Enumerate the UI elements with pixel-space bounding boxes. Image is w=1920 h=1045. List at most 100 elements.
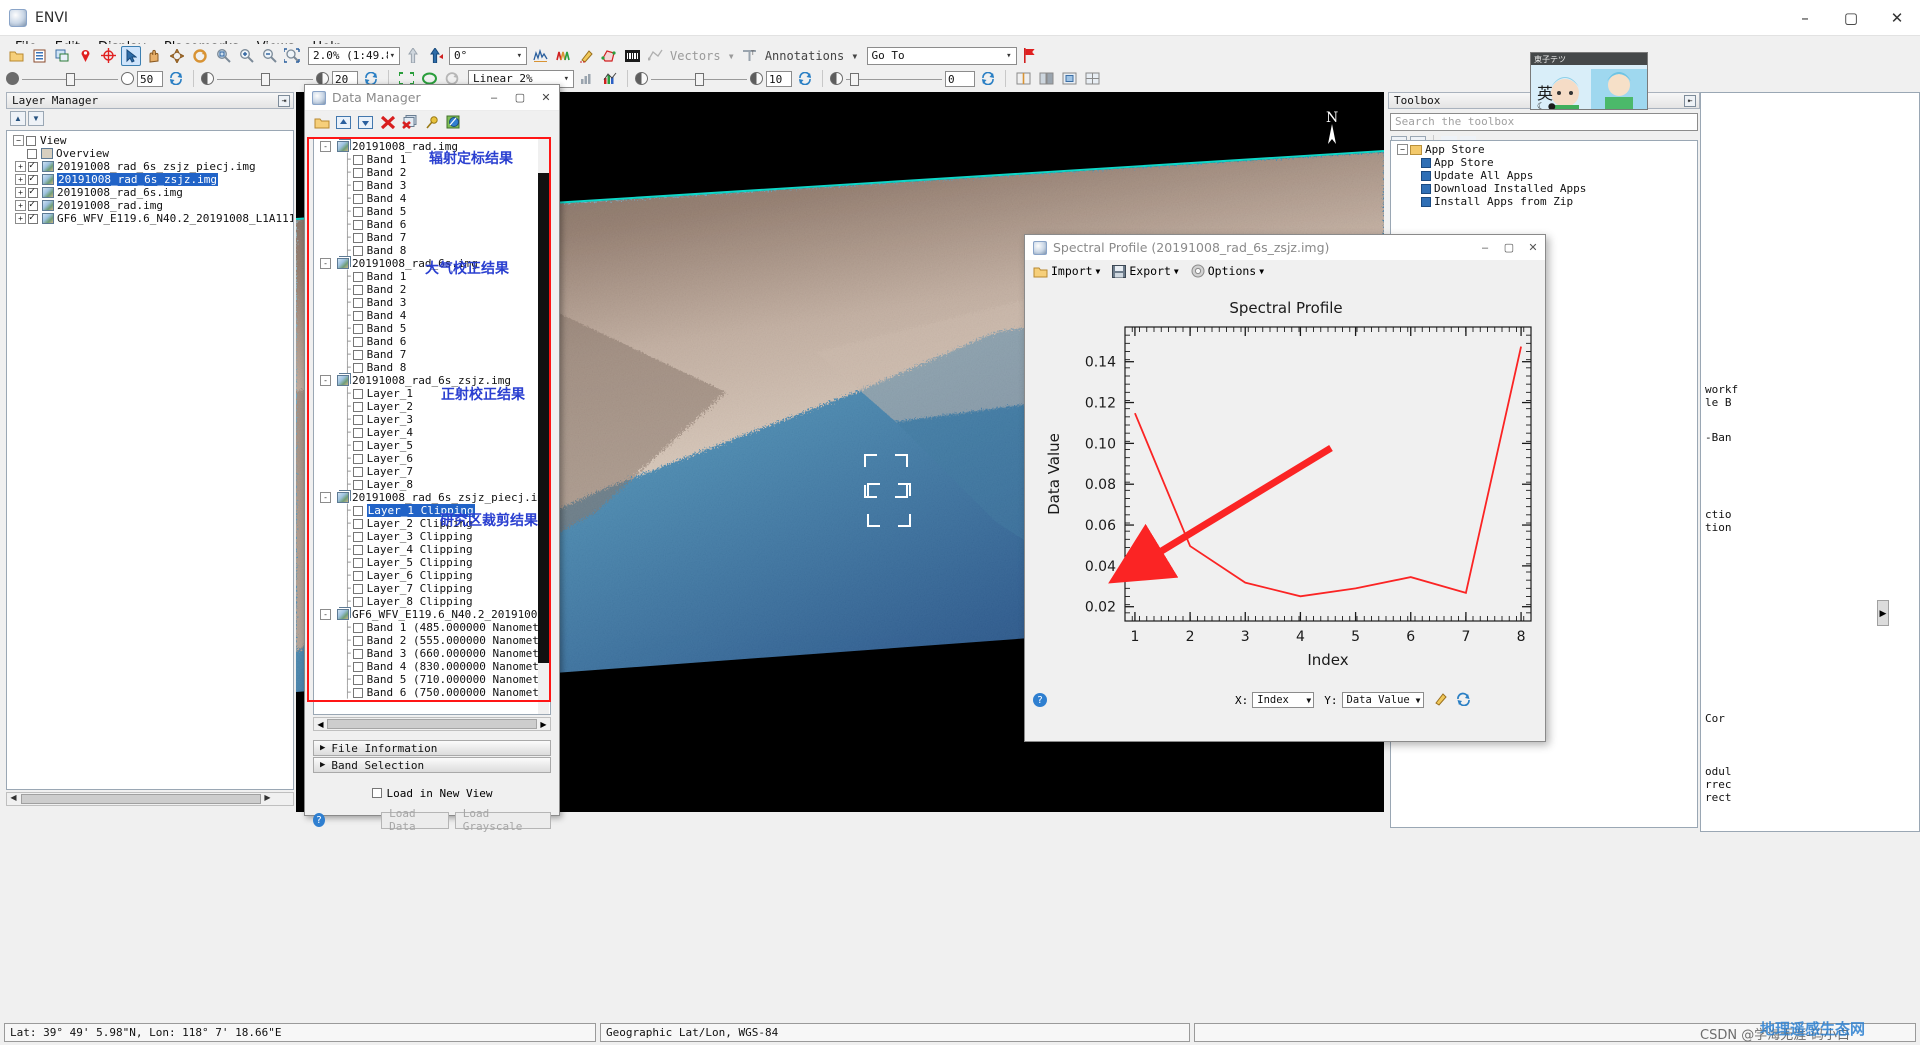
band-checkbox[interactable] [352,414,363,425]
band-checkbox[interactable] [352,531,363,542]
spectral-profile-maximize-button[interactable]: ▢ [1497,235,1521,260]
toolbox-item-install-apps-from-zip[interactable]: Install Apps from Zip [1391,195,1697,208]
data-manager-file-row[interactable]: - GF6_WFV_E119.6_N40.2_20191008_L1A111993 [318,608,550,621]
toolbox-search-input[interactable]: Search the toolbox [1390,113,1698,131]
data-manager-band-row[interactable]: ├ Layer_6 [318,452,550,465]
blend-slider[interactable] [846,71,942,87]
pan-hand-icon[interactable] [144,46,164,66]
rotate-map-icon[interactable] [426,46,446,66]
accordion-band-selection[interactable]: ▶ Band Selection [313,757,551,773]
spectral-profile-chart[interactable]: Spectral Profile 0.02 0.04 0.06 0.08 0.10 0.12… [1033,285,1539,683]
layer-checkbox[interactable] [28,212,38,224]
layer-tree-hscrollbar[interactable]: ◀ ▶ [6,792,294,806]
layer-tree-row-6s[interactable]: + 20191008_rad_6s.img [11,186,293,199]
expander-icon[interactable]: + [15,200,26,211]
data-manager-band-row[interactable]: ├ Band 5 [318,205,550,218]
data-manager-band-row[interactable]: ├ Band 6 [318,335,550,348]
north-up-icon[interactable] [403,46,423,66]
layer-tree-row-piecj[interactable]: + 20191008_rad_6s_zsjz_piecj.img [11,160,293,173]
data-manager-band-row[interactable]: ├ Band 4 [318,309,550,322]
data-manager-band-row[interactable]: ├ Band 8 [318,244,550,257]
spectral-profile-close-button[interactable]: ✕ [1521,235,1545,260]
band-checkbox[interactable] [352,154,363,165]
scroll-thumb[interactable] [538,173,549,663]
band-checkbox[interactable] [352,284,363,295]
swipe-icon[interactable] [1013,69,1033,89]
expander-icon[interactable]: + [15,161,26,172]
expander-icon[interactable]: − [1397,144,1408,155]
band-checkbox[interactable] [352,271,363,282]
data-manager-band-row[interactable]: ├ Band 3 [318,179,550,192]
accordion-file-information[interactable]: ▶ File Information [313,740,551,756]
sharpen-slider[interactable] [651,71,747,87]
close-file-icon[interactable] [379,114,396,130]
expander-icon[interactable]: + [15,187,26,198]
band-checkbox[interactable] [352,232,363,243]
data-manager-tree[interactable]: -20191008_rad.img ├ Band 1 ├ Band 2 ├ Band 3 ├ B… [313,137,551,715]
data-manager-band-row[interactable]: ├ Band 5 [318,322,550,335]
toolbox-overflow-row[interactable]: le B [1701,396,1919,409]
data-manager-band-row[interactable]: ├ Layer_3 [318,413,550,426]
transparency-value[interactable]: 50 [137,70,163,87]
data-manager-band-row[interactable]: ├ Layer_4 [318,426,550,439]
data-manager-band-row[interactable]: ├ Layer_7 [318,465,550,478]
scroll-thumb[interactable] [327,719,537,729]
vectors-chevron-icon[interactable]: ▾ [726,49,737,63]
toolbox-item-update-all-apps[interactable]: Update All Apps [1391,169,1697,182]
roi-tool-icon[interactable] [599,46,619,66]
refresh-icon[interactable] [1456,692,1471,709]
data-manager-hscrollbar[interactable]: ◀ ▶ [313,717,551,731]
sharpen-icon[interactable] [635,72,648,85]
layer-checkbox[interactable] [28,186,38,198]
band-checkbox[interactable] [352,349,363,360]
data-manager-band-row[interactable]: ├ Band 2 [318,283,550,296]
band-checkbox[interactable] [352,362,363,373]
toolbox-item-app-store[interactable]: App Store [1391,156,1697,169]
data-manager-close-button[interactable]: ✕ [533,85,559,111]
toolbox-overflow-row[interactable]: workf [1701,383,1919,396]
open-file-icon[interactable] [313,114,330,130]
load-data-button[interactable]: Load Data [381,807,449,833]
band-checkbox[interactable] [352,635,363,646]
layer-tree[interactable]: − View Overview + 20191008_rad_6s_zsjz_p… [6,130,294,790]
band-checkbox[interactable] [352,661,363,672]
layer-checkbox[interactable] [28,173,38,185]
collapse-panel-icon[interactable]: ⇤ [1684,94,1696,107]
data-manager-band-row[interactable]: ├ Layer_3 Clipping [318,530,550,543]
multi-spectral-icon[interactable] [553,46,573,66]
vectors-icon[interactable] [645,46,665,66]
band-checkbox[interactable] [352,167,363,178]
data-manager-maximize-button[interactable]: ▢ [507,85,533,111]
load-in-new-view-row[interactable]: Load in New View [313,785,551,801]
band-checkbox[interactable] [352,557,363,568]
toolbox-overflow-row[interactable]: -Ban [1701,431,1919,444]
toolbox-node-app-store[interactable]: − App Store [1391,143,1697,156]
annotations-menu-label[interactable]: Annotations [763,49,846,63]
select-arrow-icon[interactable] [121,45,141,66]
layer-checkbox[interactable] [26,135,36,146]
band-checkbox[interactable] [352,323,363,334]
open-file-icon[interactable] [6,46,26,66]
toolbox-overflow-row[interactable]: rect [1701,791,1919,804]
scroll-left-icon[interactable]: ◀ [7,793,20,805]
spectral-profile-icon[interactable] [530,46,550,66]
zoom-out-icon[interactable] [259,46,279,66]
band-checkbox[interactable] [352,479,363,490]
layer-tree-row-view[interactable]: − View [11,134,293,147]
zoom-in-icon[interactable] [236,46,256,66]
portal-icon[interactable] [1059,69,1079,89]
blend-icon[interactable] [830,72,843,85]
data-manager-band-row[interactable]: ├ Band 7 [318,231,550,244]
transparency-slider[interactable] [22,71,118,87]
expander-icon[interactable]: + [15,213,26,224]
band-checkbox[interactable] [352,544,363,555]
toolbox-overflow-row[interactable]: tion [1701,521,1919,534]
flicker-icon[interactable] [1036,69,1056,89]
band-checkbox[interactable] [352,206,363,217]
data-manager-band-row[interactable]: ├ Layer_8 [318,478,550,491]
band-checkbox[interactable] [352,453,363,464]
placemark-pin-icon[interactable] [75,46,95,66]
expand-all-icon[interactable]: ▲ [10,111,26,126]
scroll-right-icon[interactable]: ▶ [537,720,550,729]
band-checkbox[interactable] [352,518,363,529]
